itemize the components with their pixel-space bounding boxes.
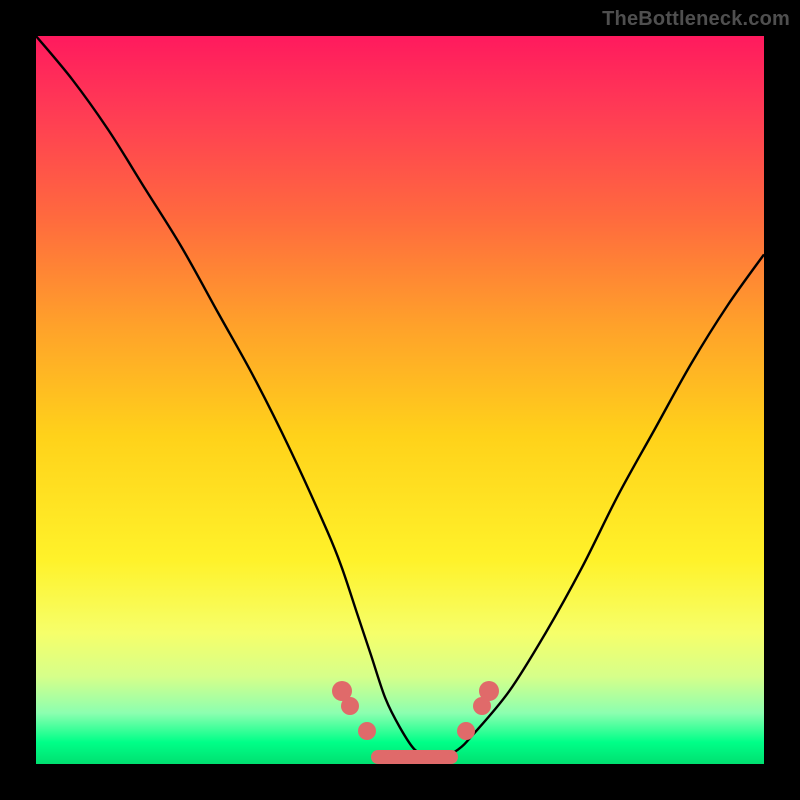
watermark-text: TheBottleneck.com (602, 8, 790, 31)
marker-dot (457, 722, 475, 740)
trough-marker (371, 750, 458, 764)
curve-path (36, 36, 764, 758)
plot-area (36, 36, 764, 764)
marker-dot (358, 722, 376, 740)
chart-frame: TheBottleneck.com (0, 0, 800, 800)
marker-dot (479, 681, 499, 701)
marker-dot (341, 697, 359, 715)
bottleneck-curve (36, 36, 764, 764)
